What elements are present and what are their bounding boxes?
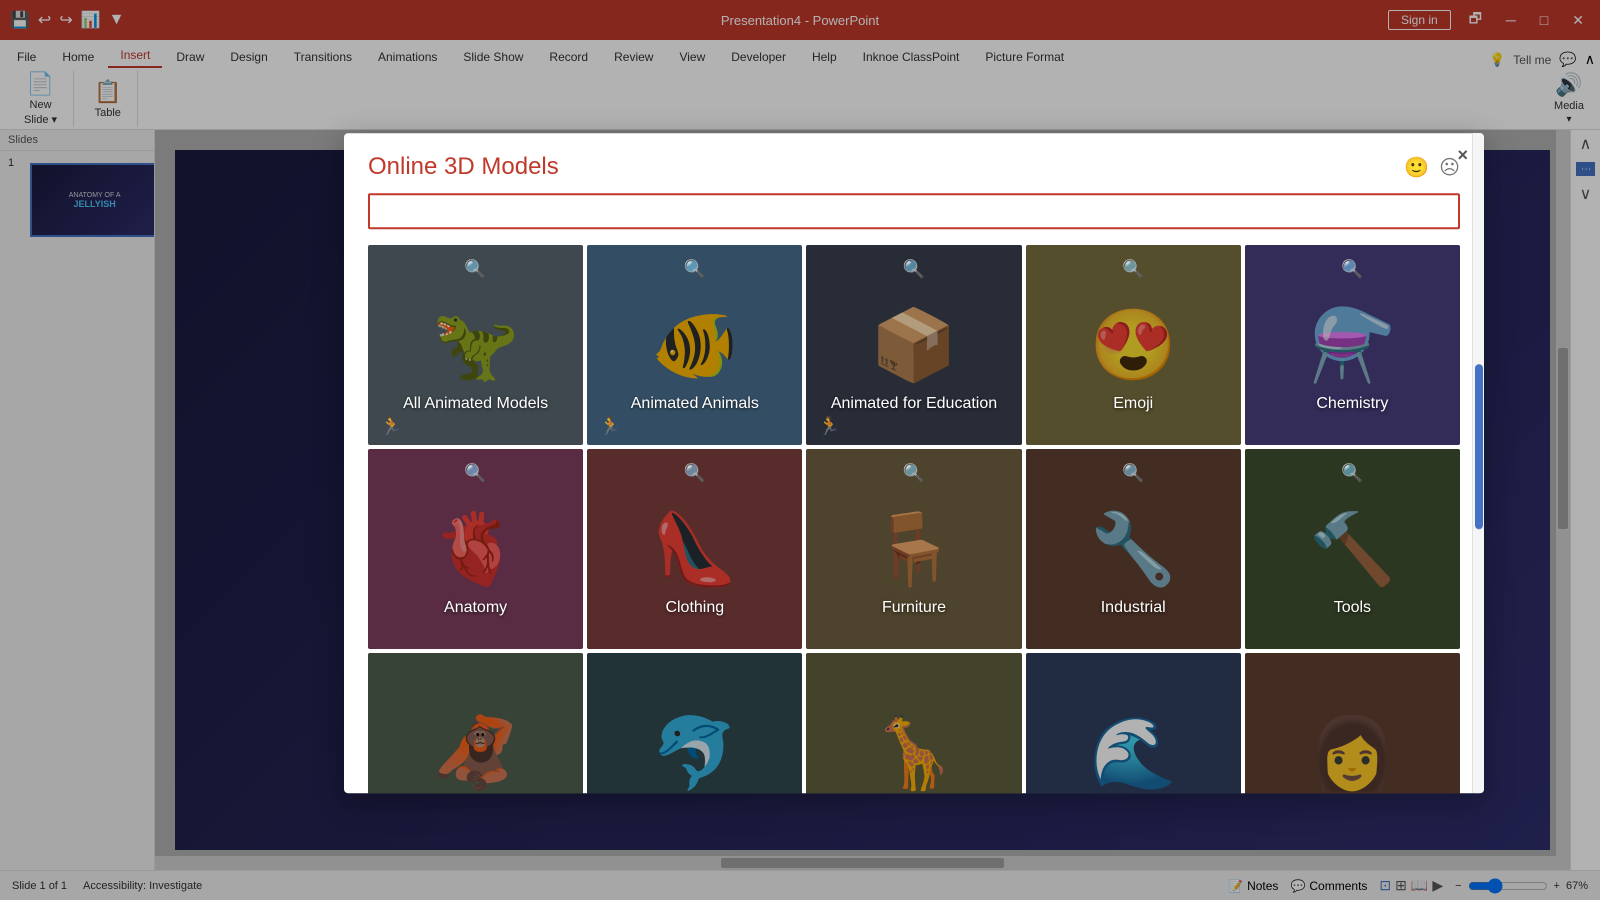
category-anim-icon-all-animated: 🏃 [380, 416, 402, 437]
category-label-emoji: Emoji [1026, 395, 1241, 413]
like-icon[interactable]: 🙂 [1404, 155, 1429, 180]
category-card-emoji[interactable]: 😍 🔍 Emoji [1026, 245, 1241, 445]
category-label-animated-education: Animated for Education [806, 395, 1021, 413]
category-search-icon-anatomy: 🔍 [464, 463, 486, 484]
category-card-tools[interactable]: 🔨 🔍 Tools [1245, 449, 1460, 649]
category-label-furniture: Furniture [806, 599, 1021, 617]
category-label-anatomy: Anatomy [368, 599, 583, 617]
modal-scroll-area[interactable]: 🦖 🔍 All Animated Models 🏃 🐠 🔍 Animated A… [344, 245, 1484, 793]
category-search-icon-industrial: 🔍 [1122, 463, 1144, 484]
category-card-all-animated[interactable]: 🦖 🔍 All Animated Models 🏃 [368, 245, 583, 445]
category-label-chemistry: Chemistry [1245, 395, 1460, 413]
modal-header-right: 🙂 ☹ [1404, 155, 1460, 180]
category-overlay-row3-3 [806, 653, 1021, 793]
modal-header: Online 3D Models 🙂 ☹ × [344, 133, 1484, 193]
category-card-row3-3[interactable]: 🦒 [806, 653, 1021, 793]
category-overlay-row3-1 [368, 653, 583, 793]
category-label-clothing: Clothing [587, 599, 802, 617]
category-overlay-row3-4 [1026, 653, 1241, 793]
category-card-anatomy[interactable]: 🫀 🔍 Anatomy [368, 449, 583, 649]
category-anim-icon-animated-education: 🏃 [818, 416, 840, 437]
category-card-row3-1[interactable]: 🦧 [368, 653, 583, 793]
category-search-icon-emoji: 🔍 [1122, 259, 1144, 280]
modal-close-button[interactable]: × [1457, 145, 1468, 166]
category-card-row3-2[interactable]: 🐬 [587, 653, 802, 793]
online-3d-models-modal: Online 3D Models 🙂 ☹ × 🦖 🔍 All Animated … [344, 133, 1484, 793]
category-card-industrial[interactable]: 🔧 🔍 Industrial [1026, 449, 1241, 649]
category-card-clothing[interactable]: 👠 🔍 Clothing [587, 449, 802, 649]
category-card-chemistry[interactable]: ⚗️ 🔍 Chemistry [1245, 245, 1460, 445]
category-anim-icon-animated-animals: 🏃 [599, 416, 621, 437]
category-search-icon-all-animated: 🔍 [464, 259, 486, 280]
category-label-animated-animals: Animated Animals [587, 395, 802, 413]
category-card-row3-4[interactable]: 🌊 [1026, 653, 1241, 793]
category-card-animated-animals[interactable]: 🐠 🔍 Animated Animals 🏃 [587, 245, 802, 445]
category-search-icon-clothing: 🔍 [684, 463, 706, 484]
category-label-industrial: Industrial [1026, 599, 1241, 617]
category-search-icon-tools: 🔍 [1341, 463, 1363, 484]
modal-scrollbar-thumb[interactable] [1475, 364, 1483, 529]
category-search-icon-animated-education: 🔍 [903, 259, 925, 280]
category-label-tools: Tools [1245, 599, 1460, 617]
category-card-furniture[interactable]: 🪑 🔍 Furniture [806, 449, 1021, 649]
category-card-row3-5[interactable]: 👩 [1245, 653, 1460, 793]
modal-overlay[interactable]: Online 3D Models 🙂 ☹ × 🦖 🔍 All Animated … [0, 0, 1600, 900]
category-search-icon-furniture: 🔍 [903, 463, 925, 484]
category-overlay-row3-5 [1245, 653, 1460, 793]
modal-title: Online 3D Models [368, 153, 559, 181]
search-input[interactable] [368, 193, 1460, 229]
category-search-icon-chemistry: 🔍 [1341, 259, 1363, 280]
category-search-icon-animated-animals: 🔍 [684, 259, 706, 280]
category-overlay-row3-2 [587, 653, 802, 793]
category-label-all-animated: All Animated Models [368, 395, 583, 413]
category-card-animated-education[interactable]: 📦 🔍 Animated for Education 🏃 [806, 245, 1021, 445]
categories-grid: 🦖 🔍 All Animated Models 🏃 🐠 🔍 Animated A… [368, 245, 1460, 793]
